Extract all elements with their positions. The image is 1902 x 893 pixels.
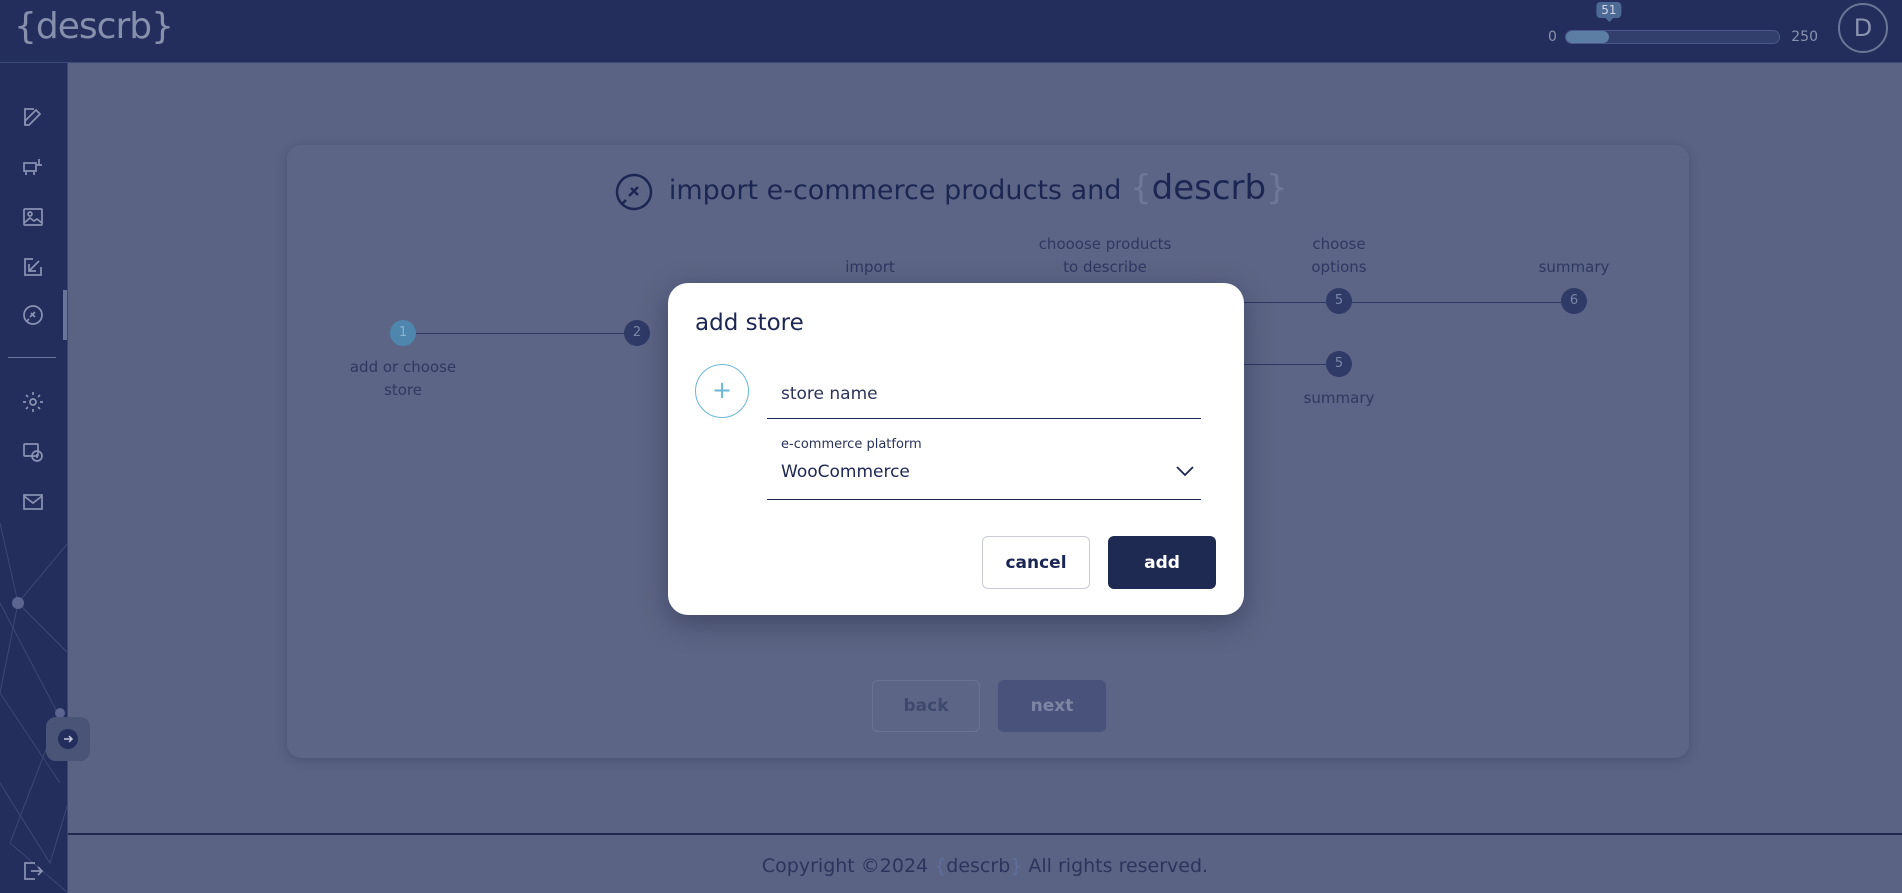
step-1-label: add or choose store	[349, 358, 457, 399]
step-6-dot: 6	[1561, 288, 1587, 314]
credits-max-label: 250	[1791, 29, 1818, 45]
step-2-dot: 2	[624, 320, 650, 346]
footer-logo: {descrb}	[934, 855, 1023, 877]
step-5-alt-dot: 5	[1326, 351, 1352, 377]
step-5-dot: 5	[1326, 288, 1352, 314]
app-logo[interactable]: {descrb}	[14, 6, 174, 47]
user-avatar[interactable]: D	[1838, 3, 1888, 53]
step-summary-label: summary	[1538, 258, 1610, 276]
add-store-dialog: add store + e-commerce platform WooComme…	[668, 283, 1244, 615]
plug-icon	[616, 173, 653, 210]
store-name-input[interactable]	[767, 369, 1201, 419]
stepper-line	[1244, 302, 1574, 303]
step-summary-alt-label: summary	[1303, 389, 1375, 407]
stepper-line	[416, 333, 636, 334]
billing-icon[interactable]	[20, 439, 46, 465]
sidebar-toggle-button[interactable]	[46, 717, 90, 761]
cancel-button[interactable]: cancel	[982, 536, 1090, 589]
edit-icon[interactable]	[20, 104, 46, 130]
footer: Copyright ©2024 {descrb} All rights rese…	[761, 855, 1209, 877]
credits-used-badge: 51	[1596, 2, 1622, 22]
step-1-dot: 1	[390, 320, 416, 346]
dialog-title: add store	[695, 310, 804, 336]
platform-select-value: WooCommerce	[781, 462, 910, 482]
plug-icon[interactable]	[20, 302, 46, 328]
back-button[interactable]: back	[872, 680, 980, 732]
sidebar-active-indicator	[63, 290, 67, 340]
chevron-down-icon	[1176, 466, 1194, 477]
credits-progress-fill	[1566, 31, 1610, 43]
top-bar: {descrb} 0 51 250 D	[0, 0, 1902, 63]
network-decoration	[0, 522, 67, 893]
page-title: import e-commerce products and {descrb}	[0, 168, 1902, 212]
title-logo: {descrb}	[1129, 168, 1288, 208]
step-choose-products-label: chooose products to describe	[1038, 235, 1172, 276]
credits-meter: 0 51 250	[1548, 2, 1818, 50]
sidebar-divider	[8, 357, 56, 358]
platform-select[interactable]: e-commerce platform WooCommerce	[767, 434, 1201, 500]
credits-min-label: 0	[1548, 29, 1557, 45]
arrow-right-icon	[58, 729, 78, 749]
credits-progress-bar	[1565, 30, 1780, 44]
stepper-line	[1244, 364, 1338, 365]
logout-icon[interactable]	[20, 858, 46, 884]
import-arrow-icon[interactable]	[20, 254, 46, 280]
step-options-label: choose options	[1311, 235, 1367, 276]
step-import-label: import	[845, 258, 895, 276]
next-button[interactable]: next	[998, 680, 1106, 732]
gear-icon[interactable]	[20, 389, 46, 415]
add-store-image-button[interactable]: +	[695, 364, 749, 418]
add-button[interactable]: add	[1108, 536, 1216, 589]
platform-select-label: e-commerce platform	[781, 437, 922, 452]
footer-divider	[68, 833, 1902, 835]
